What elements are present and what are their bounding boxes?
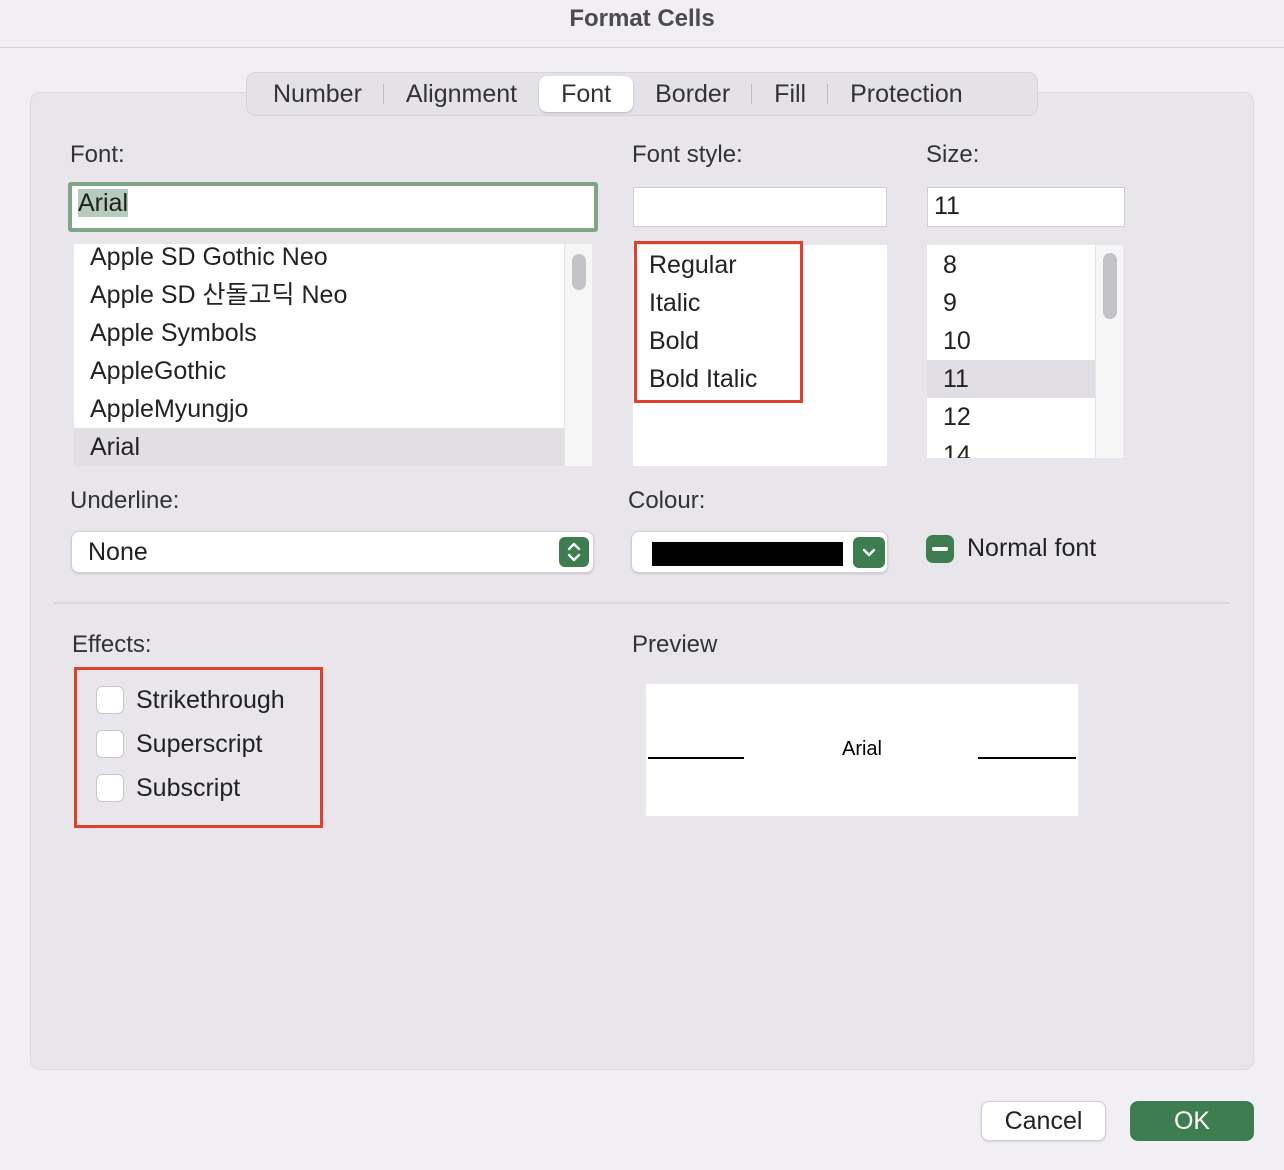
minus-icon <box>932 547 948 551</box>
size-list[interactable]: 8 9 10 11 12 14 <box>927 245 1123 458</box>
tab-bar: Number Alignment Font Border Fill Protec… <box>246 72 1038 116</box>
divider <box>54 602 1230 604</box>
cancel-button[interactable]: Cancel <box>981 1101 1106 1141</box>
font-list-scroll-thumb[interactable] <box>572 254 586 290</box>
size-list-item[interactable]: 10 <box>927 322 1095 360</box>
colour-popup[interactable] <box>631 531 888 573</box>
tab-fill[interactable]: Fill <box>752 76 829 112</box>
effects-highlight-box <box>74 667 323 828</box>
font-style-input[interactable] <box>633 187 887 227</box>
font-list-item[interactable]: AppleGothic <box>74 352 564 390</box>
tab-protection[interactable]: Protection <box>828 76 985 112</box>
size-list-item-selected[interactable]: 11 <box>927 360 1095 398</box>
size-list-scrollbar[interactable] <box>1095 245 1123 458</box>
font-list-item[interactable]: Apple SD Gothic Neo <box>74 244 564 276</box>
colour-label: Colour: <box>628 487 706 514</box>
font-list-item-selected[interactable]: Arial <box>74 428 564 466</box>
colour-swatch <box>652 542 843 566</box>
font-list[interactable]: Apple SD Gothic Neo Apple SD 산돌고딕 Neo Ap… <box>74 244 592 466</box>
chevron-down-icon <box>853 537 885 568</box>
normal-font-label: Normal font <box>967 534 1097 562</box>
preview-right-line <box>978 757 1076 759</box>
effects-label: Effects: <box>72 631 152 658</box>
tab-font[interactable]: Font <box>539 76 634 112</box>
size-input[interactable]: 11 <box>927 187 1125 227</box>
font-list-item[interactable]: Apple Symbols <box>74 314 564 352</box>
size-list-item[interactable]: 8 <box>927 246 1095 284</box>
window-title: Format Cells <box>0 0 1284 48</box>
underline-popup[interactable]: None <box>71 531 594 573</box>
font-style-label: Font style: <box>632 141 743 168</box>
ok-button[interactable]: OK <box>1130 1101 1254 1141</box>
preview-label: Preview <box>632 631 718 658</box>
underline-label: Underline: <box>70 487 180 514</box>
font-style-highlight-box <box>634 241 803 403</box>
size-list-item[interactable]: 9 <box>927 284 1095 322</box>
font-list-scrollbar[interactable] <box>564 244 592 466</box>
tab-alignment[interactable]: Alignment <box>384 76 539 112</box>
tab-number[interactable]: Number <box>251 76 384 112</box>
size-list-scroll-thumb[interactable] <box>1103 253 1117 319</box>
tab-border[interactable]: Border <box>633 76 753 112</box>
size-label: Size: <box>926 141 980 168</box>
font-list-item[interactable]: Apple SD 산돌고딕 Neo <box>74 276 564 314</box>
font-name-value: Arial <box>78 189 129 217</box>
font-name-input[interactable]: Arial <box>68 182 598 232</box>
size-list-item[interactable]: 14 <box>927 436 1095 458</box>
preview-box: Arial <box>646 684 1078 816</box>
font-label: Font: <box>70 141 125 168</box>
font-list-item[interactable]: AppleMyungjo <box>74 390 564 428</box>
underline-value: None <box>88 538 148 566</box>
chevron-up-down-icon <box>559 537 589 567</box>
content-panel <box>30 92 1254 1070</box>
normal-font-checkbox[interactable] <box>926 535 954 563</box>
size-list-item[interactable]: 12 <box>927 398 1095 436</box>
